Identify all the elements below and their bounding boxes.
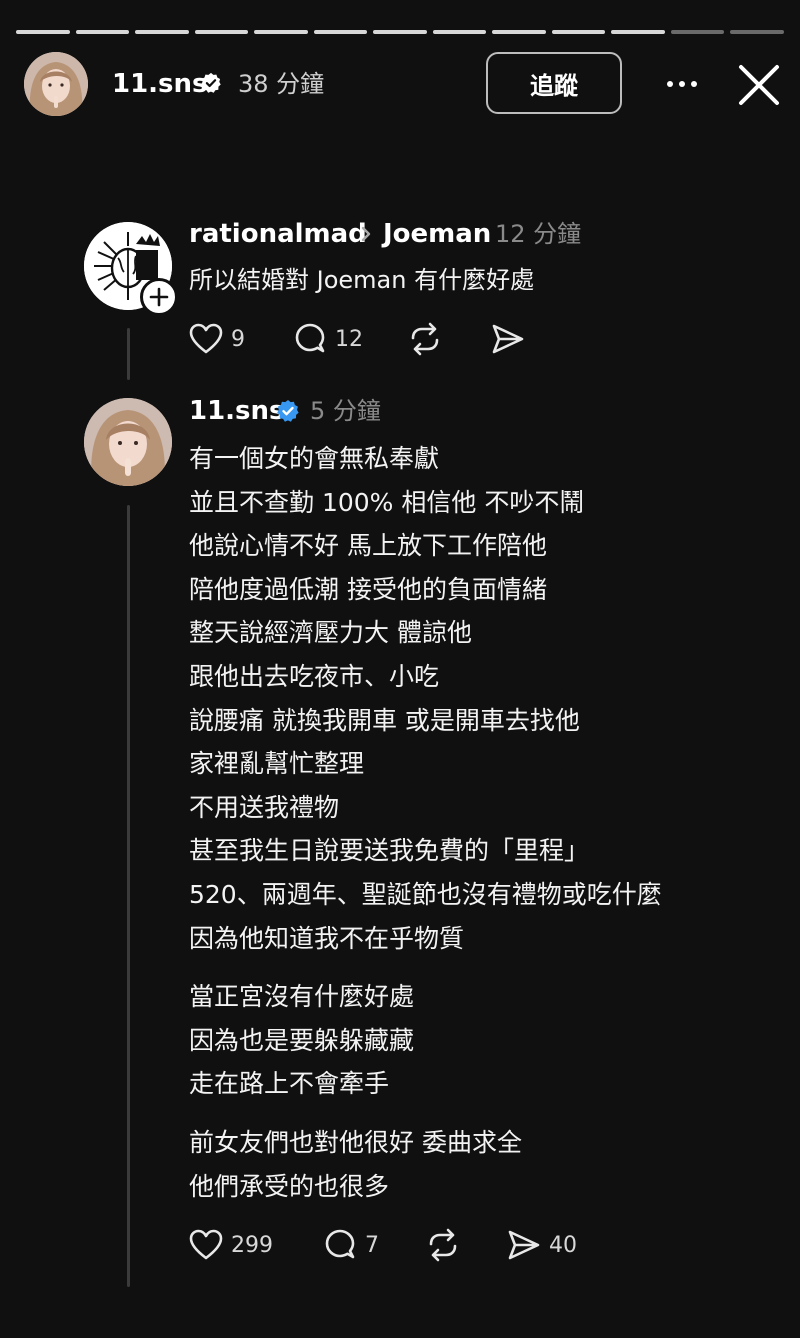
repost-icon xyxy=(411,322,439,356)
post-paragraph: 當正宮沒有什麼好處 因為也是要躲躲藏藏 走在路上不會牽手 xyxy=(189,975,779,1106)
post-line: 有一個女的會無私奉獻 xyxy=(189,444,440,473)
progress-segment xyxy=(670,30,725,34)
share-icon xyxy=(508,1230,540,1260)
post-line: 說腰痛 就換我開車 或是開車去找他 xyxy=(189,705,580,735)
post-line: 不用送我禮物 xyxy=(189,792,340,822)
like-button[interactable]: 9 xyxy=(189,323,245,355)
post-line: 因為也是要躲躲藏藏 xyxy=(189,1025,415,1055)
post-time: 12 分鐘 xyxy=(495,220,582,248)
progress-segment xyxy=(373,30,427,34)
post-line: 他們承受的也很多 xyxy=(189,1171,390,1201)
more-icon[interactable] xyxy=(662,66,702,102)
thread-line xyxy=(127,328,130,380)
post-line: 並且不查勤 100% 相信他 不吵不鬧 xyxy=(189,487,585,517)
post-username[interactable]: 11.sns xyxy=(189,393,285,429)
progress-segment xyxy=(730,30,784,34)
post-time: 5 分鐘 xyxy=(310,397,381,425)
comment-icon xyxy=(325,1229,355,1259)
post-paragraph: 前女友們也對他很好 委曲求全 他們承受的也很多 xyxy=(189,1121,779,1208)
close-icon[interactable] xyxy=(738,64,780,106)
like-button[interactable]: 299 xyxy=(189,1229,273,1261)
share-button[interactable] xyxy=(491,323,525,355)
progress-segment xyxy=(194,30,249,34)
post-text: 所以結婚對 Joeman 有什麼好處 xyxy=(189,266,535,294)
post-line: 當正宮沒有什麼好處 xyxy=(189,982,415,1012)
post-actions: 299 7 40 xyxy=(189,1225,577,1265)
story-progress-bar xyxy=(16,30,784,34)
progress-segment xyxy=(432,30,487,34)
progress-segment xyxy=(254,30,308,34)
post-line: 他說心情不好 馬上放下工作陪他 xyxy=(189,531,547,561)
repost-button[interactable] xyxy=(407,322,443,356)
post-line: 520、兩週年、聖誕節也沒有禮物或吃什麼 xyxy=(189,879,662,909)
progress-segment xyxy=(75,30,130,34)
post-line: 走在路上不會牽手 xyxy=(189,1069,390,1099)
progress-segment xyxy=(551,30,606,34)
progress-segment xyxy=(16,30,70,34)
share-icon xyxy=(492,324,524,354)
follow-plus-icon[interactable] xyxy=(140,278,178,316)
post-line: 跟他出去吃夜市、小吃 xyxy=(189,661,440,691)
like-count: 9 xyxy=(231,326,245,352)
post-line: 陪他度過低潮 接受他的負面情緒 xyxy=(189,574,547,604)
comment-count: 7 xyxy=(365,1232,379,1258)
comment-button[interactable]: 12 xyxy=(293,322,363,356)
progress-segment xyxy=(492,30,546,34)
post-body: 有一個女的會無私奉獻 並且不查勤 100% 相信他 不吵不鬧 他說心情不好 馬上… xyxy=(189,437,779,1223)
post-username[interactable]: rationalmad xyxy=(189,216,367,252)
post-avatar-11sns[interactable] xyxy=(84,398,172,486)
repost-icon xyxy=(429,1228,457,1262)
like-count: 299 xyxy=(231,1232,273,1258)
post-line: 因為他知道我不在乎物質 xyxy=(189,923,465,953)
story-time: 38 分鐘 xyxy=(238,70,325,98)
comment-count: 12 xyxy=(335,326,363,352)
comment-icon xyxy=(295,323,325,353)
post-line: 前女友們也對他很好 委曲求全 xyxy=(189,1127,522,1157)
share-count: 40 xyxy=(549,1232,577,1258)
progress-segment xyxy=(135,30,189,34)
progress-segment xyxy=(611,30,665,34)
comment-button[interactable]: 7 xyxy=(323,1228,379,1262)
post-line: 整天說經濟壓力大 體諒他 xyxy=(189,618,472,648)
post-line: 甚至我生日說要送我免費的「里程」 xyxy=(189,836,590,866)
reply-to-username[interactable]: Joeman xyxy=(383,216,491,252)
post-line: 家裡亂幫忙整理 xyxy=(189,749,365,779)
share-button[interactable]: 40 xyxy=(507,1229,577,1261)
heart-icon xyxy=(189,323,223,354)
chevron-right-icon xyxy=(361,226,371,242)
story-username[interactable]: 11.sns xyxy=(112,67,208,101)
post-actions: 9 12 xyxy=(189,319,525,359)
story-avatar[interactable] xyxy=(24,52,88,116)
repost-button[interactable] xyxy=(425,1228,461,1262)
verified-badge-icon xyxy=(201,72,221,93)
follow-button[interactable]: 追蹤 xyxy=(486,52,622,114)
progress-segment xyxy=(313,30,368,34)
thread-line xyxy=(127,505,130,1287)
heart-icon xyxy=(189,1229,223,1260)
story-header: 11.sns 38 分鐘 追蹤 xyxy=(24,52,784,116)
post-paragraph: 有一個女的會無私奉獻 並且不查勤 100% 相信他 不吵不鬧 他說心情不好 馬上… xyxy=(189,437,779,960)
verified-badge-icon xyxy=(277,400,299,422)
